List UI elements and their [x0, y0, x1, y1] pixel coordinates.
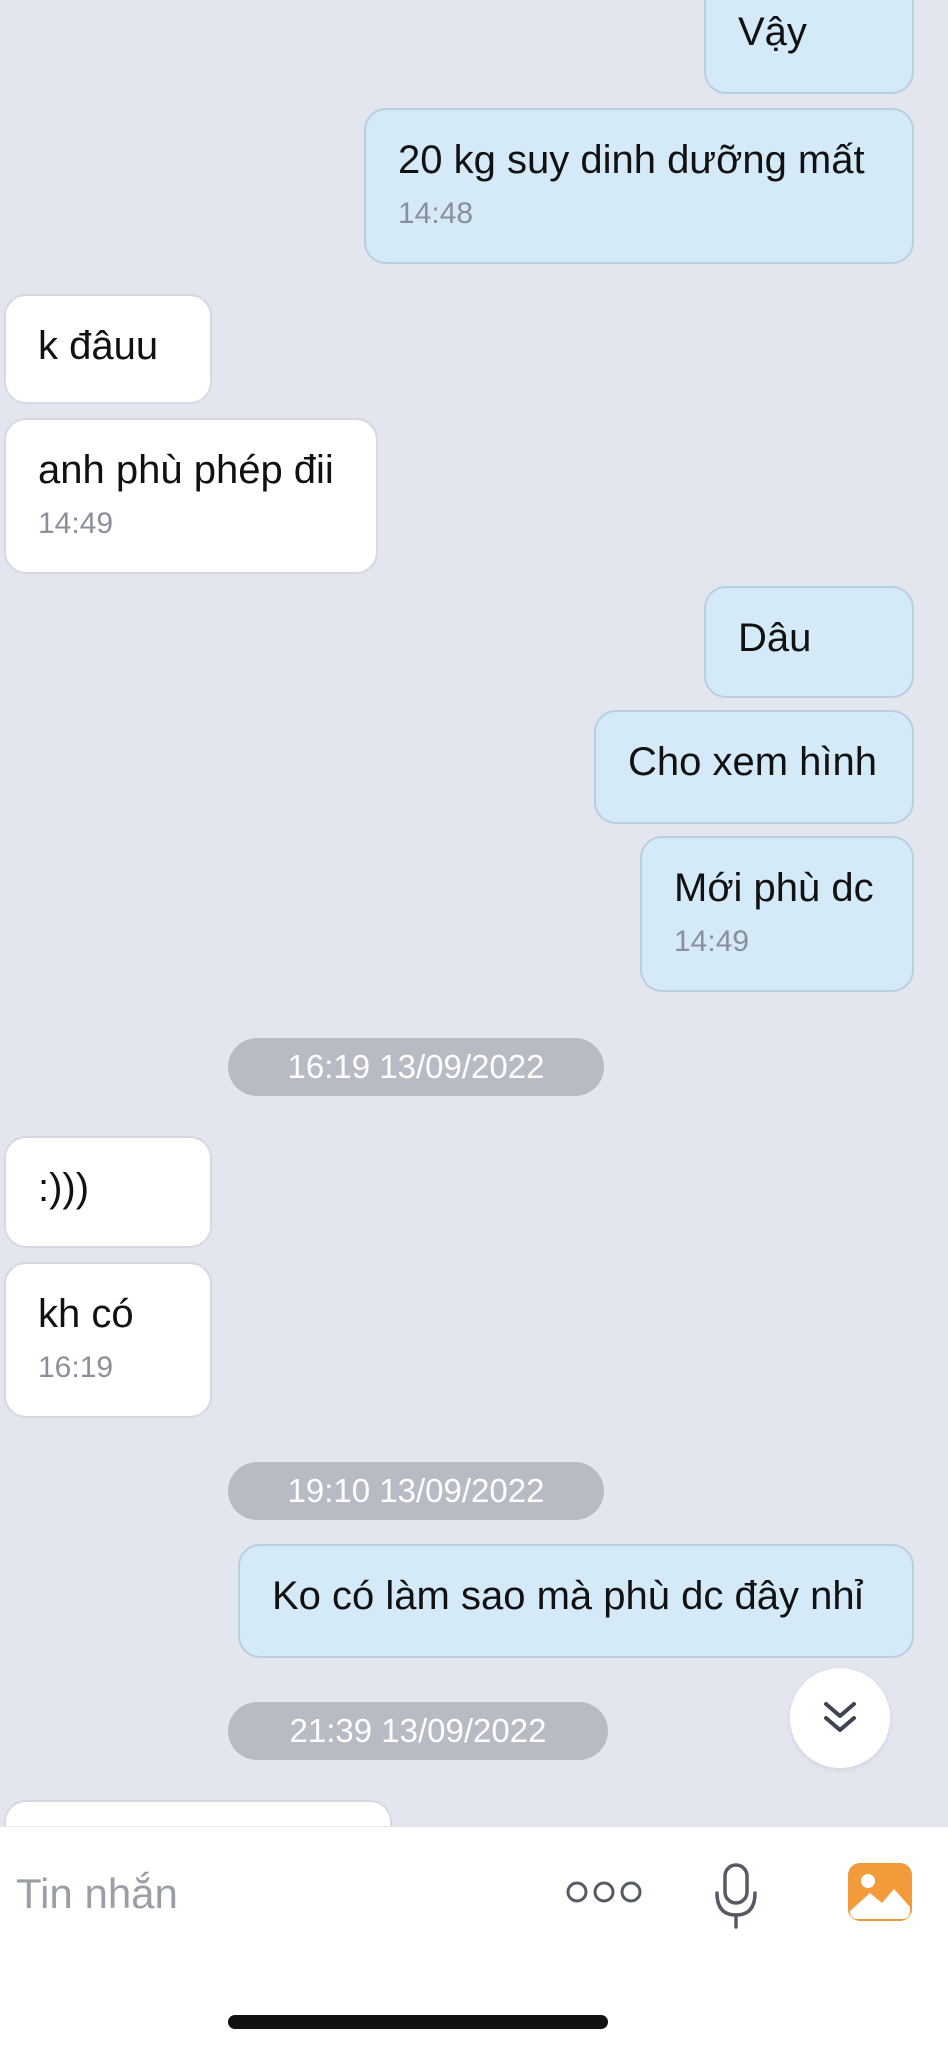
message-bubble-incoming[interactable]	[4, 1800, 392, 1826]
message-text: k đâuu	[38, 324, 159, 368]
message-text: kh có	[38, 1292, 134, 1336]
composer-bar: Tin nhắn	[0, 1826, 948, 2048]
message-input[interactable]: Tin nhắn	[16, 1869, 178, 1919]
message-bubble-outgoing[interactable]: Ko có làm sao mà phù dc đây nhỉ	[238, 1544, 914, 1658]
microphone-icon[interactable]	[710, 1861, 762, 1933]
message-text: Ko có làm sao mà phù dc đây nhỉ	[272, 1574, 864, 1618]
message-bubble-outgoing[interactable]: Dâu	[704, 586, 914, 698]
date-divider: 21:39 13/09/2022	[228, 1702, 608, 1760]
date-divider: 19:10 13/09/2022	[228, 1462, 604, 1520]
message-text: :)))	[38, 1166, 90, 1210]
message-bubble-incoming[interactable]: :)))	[4, 1136, 212, 1248]
message-time: 14:49	[38, 507, 114, 540]
message-time: 14:49	[674, 925, 750, 958]
message-bubble-outgoing[interactable]: Cho xem hình	[594, 710, 914, 824]
message-text: Cho xem hình	[628, 740, 878, 784]
message-time: 14:48	[398, 197, 474, 230]
chat-area[interactable]: Vậy 20 kg suy dinh dưỡng mất 14:48 k đâu…	[0, 0, 948, 1826]
message-text: 20 kg suy dinh dưỡng mất	[398, 138, 865, 182]
scroll-to-bottom-button[interactable]	[790, 1668, 890, 1768]
photo-icon[interactable]	[846, 1861, 914, 1923]
message-bubble-outgoing[interactable]: Mới phù dc 14:49	[640, 836, 914, 992]
message-time: 16:19	[38, 1351, 114, 1384]
message-bubble-outgoing[interactable]: Vậy	[704, 0, 914, 94]
home-indicator	[228, 2015, 608, 2029]
date-divider: 16:19 13/09/2022	[228, 1038, 604, 1096]
double-chevron-down-icon	[824, 1702, 856, 1732]
message-bubble-outgoing[interactable]: 20 kg suy dinh dưỡng mất 14:48	[364, 108, 914, 264]
more-icon[interactable]	[566, 1877, 642, 1907]
message-bubble-incoming[interactable]: k đâuu	[4, 294, 212, 404]
message-text: anh phù phép đii	[38, 448, 334, 492]
message-text: Mới phù dc	[674, 866, 874, 910]
message-bubble-incoming[interactable]: anh phù phép đii 14:49	[4, 418, 378, 574]
message-text: Vậy	[738, 10, 807, 54]
message-bubble-incoming[interactable]: kh có 16:19	[4, 1262, 212, 1418]
message-text: Dâu	[738, 616, 812, 660]
